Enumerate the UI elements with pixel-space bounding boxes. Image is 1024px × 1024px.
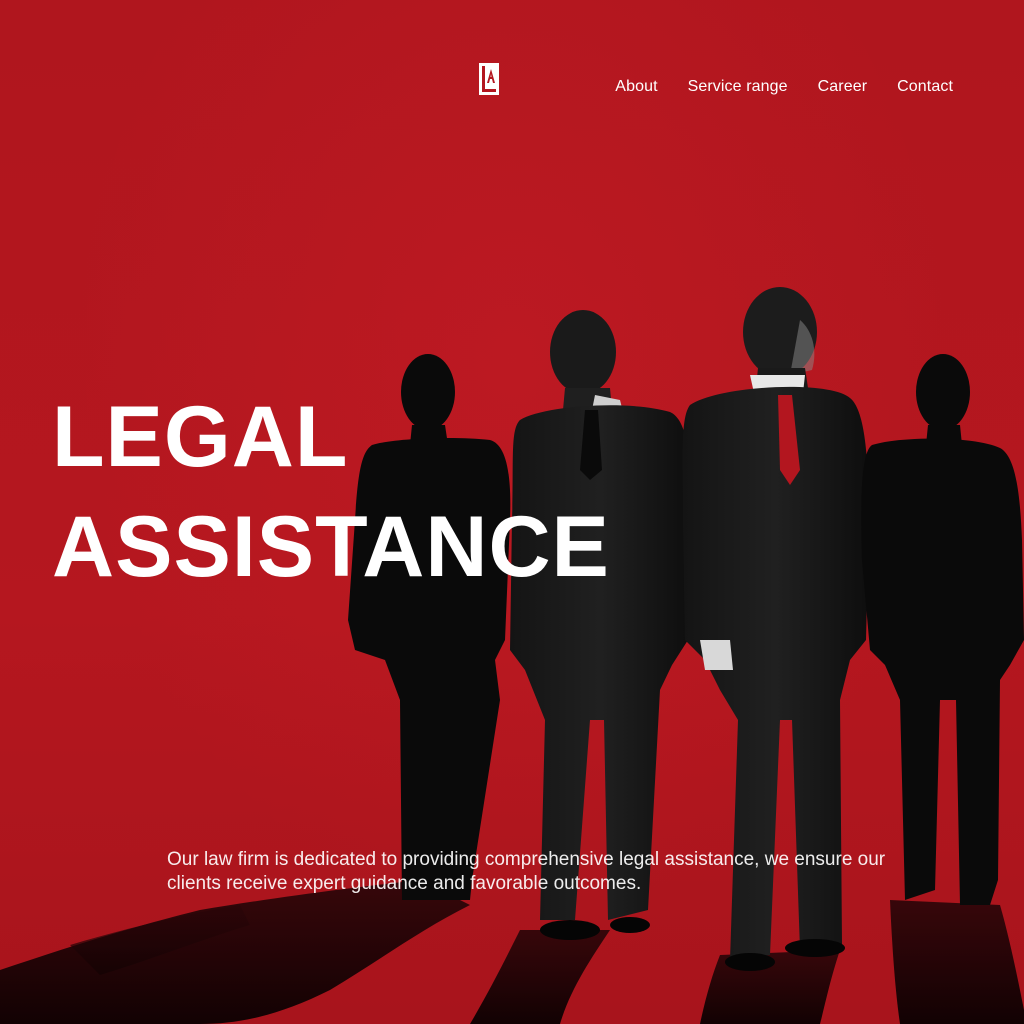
main-navigation: About Service range Career Contact: [615, 78, 953, 96]
hero-title-line-2: ASSISTANCE: [52, 499, 610, 595]
nav-link-about[interactable]: About: [615, 78, 657, 96]
nav-link-career[interactable]: Career: [818, 78, 868, 96]
law-firm-logo-icon[interactable]: [479, 63, 499, 95]
hero-title: LEGAL ASSISTANCE: [52, 382, 610, 602]
silhouette-man-4: [861, 354, 1024, 905]
floor-shadows: [0, 880, 1024, 1024]
nav-link-contact[interactable]: Contact: [897, 78, 953, 96]
hero-title-line-1: LEGAL: [52, 389, 349, 485]
nav-link-service-range[interactable]: Service range: [688, 78, 788, 96]
hero-description: Our law firm is dedicated to providing c…: [167, 849, 886, 894]
